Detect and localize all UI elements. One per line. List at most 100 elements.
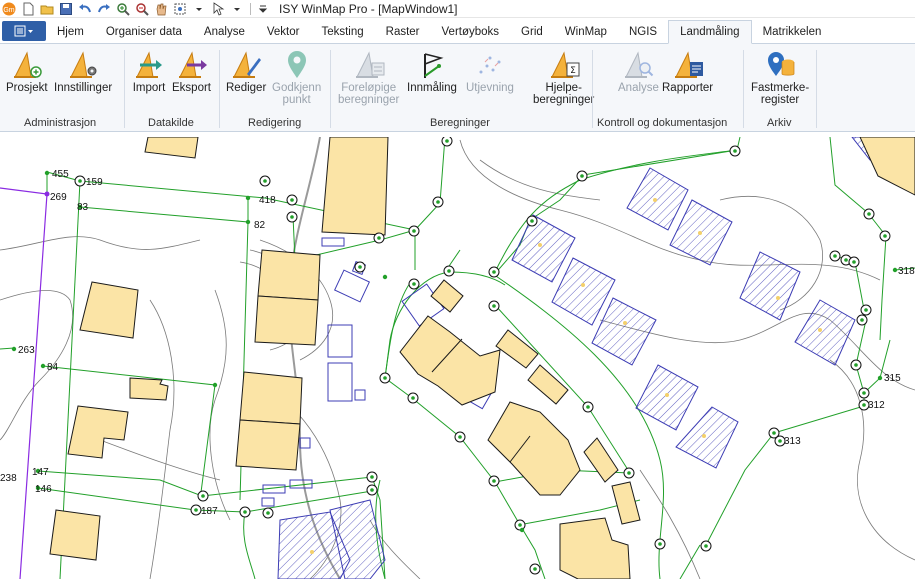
point-label: 313 [784,436,801,447]
innmaling-label: Innmåling [407,82,457,94]
utjevning-label: Utjevning [466,82,514,94]
point-label: 147 [32,467,49,478]
fastmerkeregister-button[interactable]: Fastmerke- register [751,48,809,106]
svg-text:Gm: Gm [3,7,14,14]
tab-raster[interactable]: Raster [375,21,431,43]
point-label: 418 [259,195,276,206]
point-label: 269 [50,192,67,203]
fastmerkeregister-label: Fastmerke- register [751,82,810,106]
forelopige-beregninger-label: Foreløpige beregninger [338,82,400,106]
prosjekt-button[interactable]: Prosjekt [6,48,48,94]
purple-boundary-line [0,187,48,579]
map-svg[interactable]: 455 159 269 83 418 82 263 84 147 238 146… [0,137,915,579]
customize-toolbar-icon[interactable] [256,2,270,16]
prosjekt-label: Prosjekt [6,82,48,94]
eksport-label: Eksport [172,82,211,94]
tab-organiser-data[interactable]: Organiser data [95,21,193,43]
tab-vektor[interactable]: Vektor [256,21,311,43]
map-canvas[interactable]: 455 159 269 83 418 82 263 84 147 238 146… [0,137,915,579]
forelopige-beregninger-button[interactable]: Foreløpige beregninger [338,48,399,106]
point-label: 315 [884,373,901,384]
tab-grid[interactable]: Grid [510,21,554,43]
zoom-out-icon[interactable] [135,2,149,16]
rediger-label: Rediger [226,82,267,94]
analyse-button[interactable]: Analyse [618,48,659,94]
tab-landmaling[interactable]: Landmåling [668,20,752,44]
point-label: 187 [201,506,218,517]
survey-icon [415,48,449,82]
point-label: 146 [35,484,52,495]
group-separator [743,50,744,128]
zoom-extent-icon[interactable] [173,2,187,16]
point-label: 455 [52,169,69,180]
edit-icon [229,48,263,82]
group-label-redigering: Redigering [248,117,302,129]
hjelpeberegninger-label: Hjelpe- beregninger [533,82,595,106]
group-separator [219,50,220,128]
rediger-button[interactable]: Rediger [226,48,266,94]
group-separator [330,50,331,128]
godkjenn-punkt-label: Godkjenn punkt [272,82,322,106]
export-icon [175,48,209,82]
innstillinger-button[interactable]: Innstillinger [54,48,112,94]
tab-vertoyboks[interactable]: Vertøyboks [431,21,511,43]
hjelpeberegninger-button[interactable]: Σ Hjelpe- beregninger [533,48,594,106]
point-label: 82 [254,220,266,231]
rapporter-label: Rapporter [662,82,714,94]
eksport-button[interactable]: Eksport [172,48,211,94]
tab-hjem[interactable]: Hjem [46,21,95,43]
tab-matrikkelen[interactable]: Matrikkelen [752,21,833,43]
tab-teksting[interactable]: Teksting [310,21,374,43]
point-label: 84 [47,362,59,373]
tab-winmap[interactable]: WinMap [554,21,618,43]
approve-point-icon [280,48,314,82]
helper-calc-icon: Σ [547,48,581,82]
settings-icon [66,48,100,82]
app-logo-icon[interactable]: Gm [2,2,16,16]
select-pointer-icon[interactable] [211,1,225,16]
dropdown-arrow-icon[interactable] [192,2,206,16]
group-label-beregninger: Beregninger [430,117,490,129]
window-title: ISY WinMap Pro - [MapWindow1] [279,1,458,16]
title-bar: Gm ISY WinMap Pro - [MapWindow1] [0,0,915,18]
innmaling-button[interactable]: Innmåling [407,48,457,94]
toolbar-separator [250,2,251,15]
analysis-icon [621,48,655,82]
group-label-kontroll-og-dokumentasjon: Kontroll og dokumentasjon [597,117,728,129]
dropdown-arrow-icon[interactable] [230,2,244,16]
save-icon[interactable] [59,2,73,16]
pan-hand-icon[interactable] [154,2,168,16]
file-menu-button[interactable] [2,21,46,41]
group-label-administrasjon: Administrasjon [24,117,97,129]
new-file-icon[interactable] [21,2,35,16]
redo-icon[interactable] [97,2,111,16]
group-label-arkiv: Arkiv [767,117,792,129]
utjevning-button[interactable]: Utjevning [466,48,514,94]
preliminary-calc-icon [352,48,386,82]
godkjenn-punkt-button[interactable]: Godkjenn punkt [272,48,321,106]
tab-analyse[interactable]: Analyse [193,21,256,43]
group-separator [592,50,593,128]
zoom-in-icon[interactable] [116,2,130,16]
point-label: 159 [86,177,103,188]
ribbon-tabs: Hjem Organiser data Analyse Vektor Tekst… [0,20,915,44]
rapporter-button[interactable]: Rapporter [662,48,713,94]
undo-icon[interactable] [78,2,92,16]
project-icon [10,48,44,82]
open-folder-icon[interactable] [40,2,54,16]
reports-icon [671,48,705,82]
point-label: 83 [77,202,89,213]
point-label: 263 [18,345,35,356]
tab-ngis[interactable]: NGIS [618,21,668,43]
buildings [49,137,915,579]
point-label: 312 [868,400,885,411]
group-separator [816,50,817,128]
point-label: 238 [0,473,17,484]
adjustment-icon [473,48,507,82]
svg-text:Σ: Σ [570,66,576,76]
import-label: Import [132,82,166,94]
innstillinger-label: Innstillinger [54,82,113,94]
group-label-datakilde: Datakilde [148,117,194,129]
group-separator [124,50,125,128]
import-button[interactable]: Import [132,48,166,94]
